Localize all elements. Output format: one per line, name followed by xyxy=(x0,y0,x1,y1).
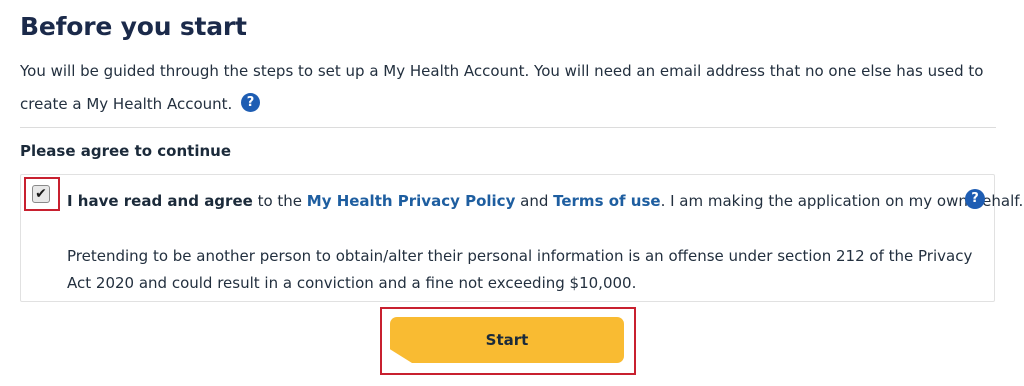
help-icon[interactable]: ? xyxy=(241,93,261,112)
terms-of-use-link[interactable]: Terms of use xyxy=(553,192,660,210)
legal-warning-text: Pretending to be another person to obtai… xyxy=(67,247,973,292)
agree-checkbox[interactable]: ✔ xyxy=(32,185,50,203)
privacy-policy-link[interactable]: My Health Privacy Policy xyxy=(307,192,516,210)
agreement-statement: I have read and agree to the My Health P… xyxy=(67,192,1023,210)
agreement-bold-text: I have read and agree xyxy=(67,192,253,210)
intro-text: You will be guided through the steps to … xyxy=(20,55,1005,121)
agreement-text-and: and xyxy=(515,192,554,210)
section-label: Please agree to continue xyxy=(20,142,231,160)
agreement-help-icon[interactable]: ? xyxy=(965,189,985,209)
divider xyxy=(20,127,996,128)
agreement-text-to-the: to the xyxy=(252,192,307,210)
start-button[interactable]: Start xyxy=(390,317,624,363)
intro-text-content: You will be guided through the steps to … xyxy=(20,62,984,113)
page-title: Before you start xyxy=(20,12,247,41)
